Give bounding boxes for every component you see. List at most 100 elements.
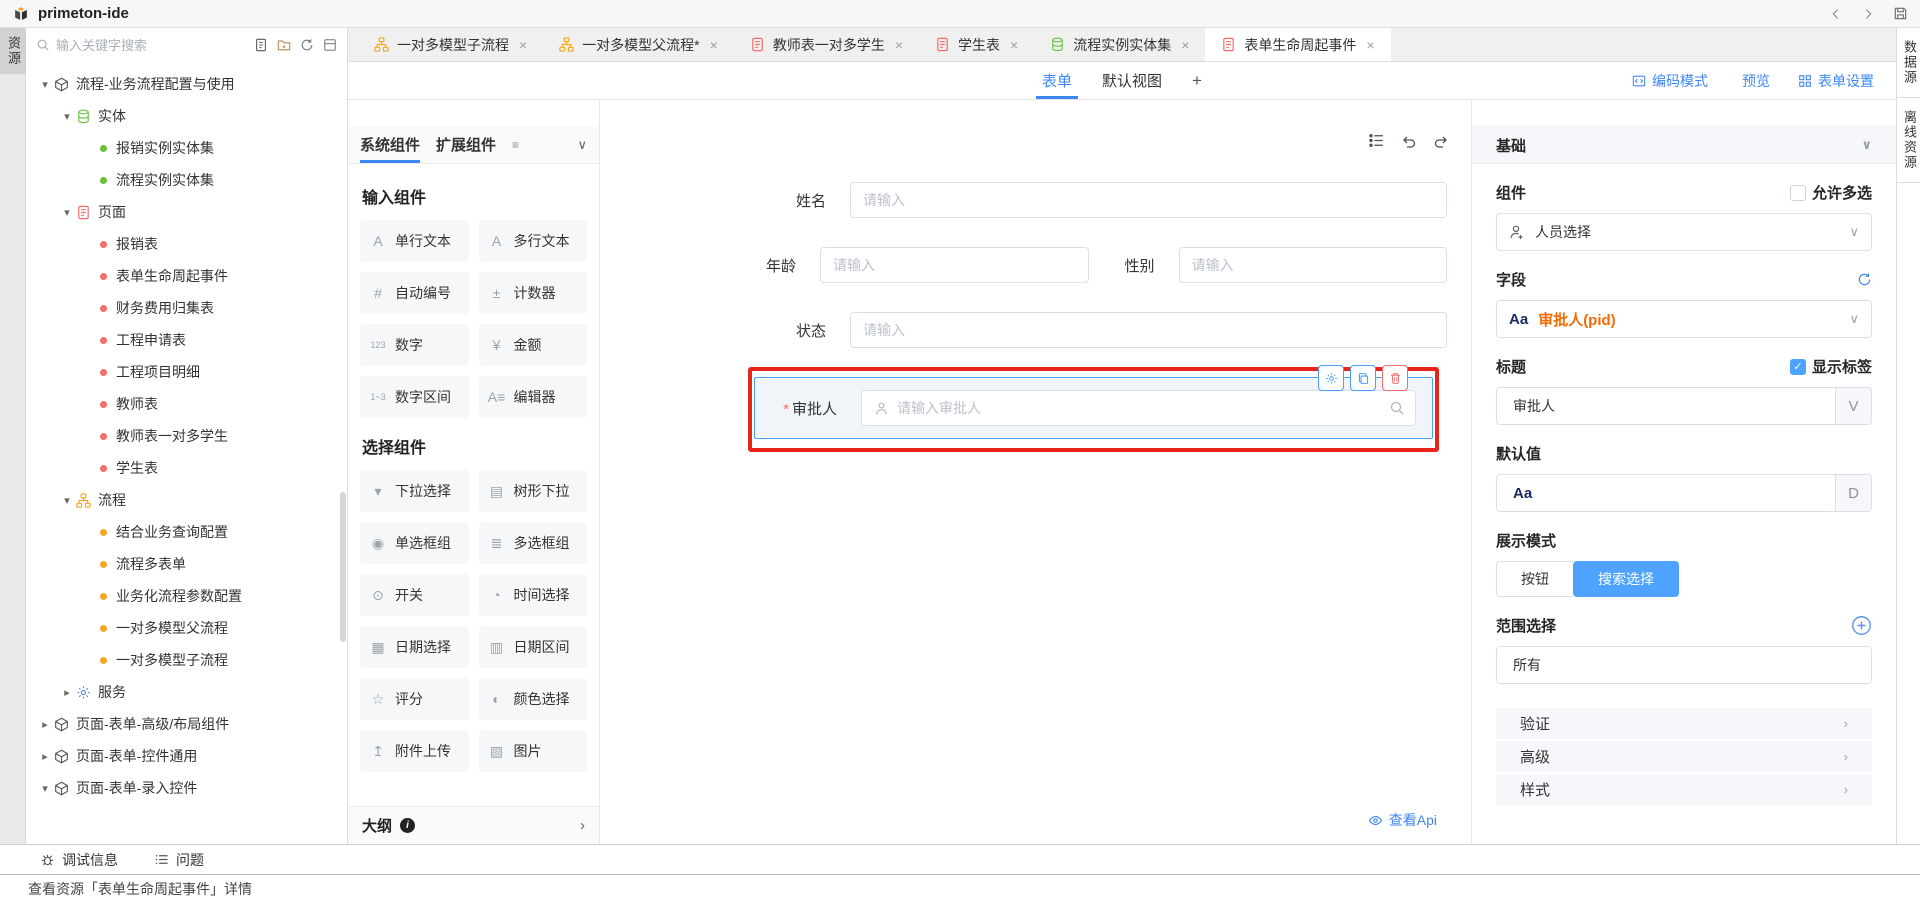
caret-right-icon[interactable]: ▸ [36,750,54,763]
tab-close-icon[interactable]: × [1366,37,1374,53]
inspector-section-basic[interactable]: 基础 ∨ [1472,126,1896,164]
palette-item[interactable]: A≡编辑器 [479,376,588,418]
palette-menu-icon[interactable]: ≡ [512,138,519,152]
tree-item[interactable]: 结合业务查询配置 [26,516,347,548]
caret-down-icon[interactable]: ▾ [36,782,54,795]
refresh-icon[interactable] [1857,272,1872,287]
settings-button[interactable] [1318,365,1344,391]
collapse-all-icon[interactable] [323,38,337,52]
palette-item[interactable]: ⊙开关 [360,574,469,616]
caret-down-icon[interactable]: ▾ [58,494,76,507]
delete-button[interactable] [1382,365,1408,391]
editor-tab[interactable]: 一对多模型父流程*× [543,28,734,61]
tree-item[interactable]: ▸页面-表单-控件通用 [26,740,347,772]
tab-close-icon[interactable]: × [1181,37,1189,53]
editor-tab[interactable]: 教师表一对多学生× [734,28,919,61]
palette-item[interactable]: ▾下拉选择 [360,470,469,512]
field-select[interactable]: Aa 审批人(pid) ∨ [1496,300,1872,338]
caret-right-icon[interactable]: ▸ [36,718,54,731]
add-view-button[interactable]: + [1192,71,1202,91]
selected-field-wrapper[interactable]: *审批人请输入审批人 [754,377,1433,439]
debug-info-button[interactable]: 调试信息 [40,850,118,870]
inspector-section-collapsed[interactable]: 高级› [1496,741,1872,774]
field-input[interactable] [820,247,1089,283]
field-input[interactable] [850,182,1447,218]
save-icon[interactable] [1893,6,1908,21]
tree-item[interactable]: 教师表一对多学生 [26,420,347,452]
tree-item[interactable]: 学生表 [26,452,347,484]
palette-item[interactable]: 1~3数字区间 [360,376,469,418]
inspector-section-collapsed[interactable]: 样式› [1496,774,1872,807]
palette-item[interactable]: ▤树形下拉 [479,470,588,512]
tree-item[interactable]: ▸页面-表单-高级/布局组件 [26,708,347,740]
tree-item[interactable]: 流程实例实体集 [26,164,347,196]
tree-item[interactable]: ▾页面 [26,196,347,228]
palette-item[interactable]: A多行文本 [479,220,588,262]
palette-item[interactable]: ≣多选框组 [479,522,588,564]
tab-close-icon[interactable]: × [710,37,718,53]
view-api-link[interactable]: 查看Api [1368,810,1437,830]
copy-button[interactable] [1350,365,1376,391]
caret-right-icon[interactable]: ▸ [58,686,76,699]
palette-item[interactable]: A单行文本 [360,220,469,262]
palette-item[interactable]: ↥附件上传 [360,730,469,772]
view-tab-inactive[interactable]: 默认视图 [1102,62,1162,99]
tree-scrollbar[interactable] [340,492,346,642]
locate-file-icon[interactable] [254,38,268,52]
caret-down-icon[interactable]: ▾ [58,110,76,123]
inspector-section-collapsed[interactable]: 验证› [1496,708,1872,741]
new-folder-icon[interactable] [277,38,291,52]
refresh-icon[interactable] [300,38,314,52]
caret-down-icon[interactable]: ▾ [58,206,76,219]
tree-item[interactable]: 流程多表单 [26,548,347,580]
palette-item[interactable]: ▥日期区间 [479,626,588,668]
palette-item[interactable]: 123数字 [360,324,469,366]
caret-down-icon[interactable]: ▾ [36,78,54,91]
action-preview[interactable]: 预览 [1736,71,1770,91]
action-code-mode[interactable]: 编码模式 [1632,71,1708,91]
view-tab-active[interactable]: 表单 [1042,62,1072,99]
undo-icon[interactable] [1401,132,1417,149]
dynamic-button[interactable]: D [1835,475,1871,511]
field-input[interactable] [1179,247,1448,283]
palette-tab[interactable]: 系统组件 [360,126,420,163]
tree-item[interactable]: ▾实体 [26,100,347,132]
rail-item-offline-resources[interactable]: 离线资源 [1897,98,1920,183]
tree-item[interactable]: 报销实例实体集 [26,132,347,164]
palette-item[interactable]: #自动编号 [360,272,469,314]
tree-item[interactable]: ▾页面-表单-录入控件 [26,772,347,804]
palette-item[interactable]: ◉单选框组 [360,522,469,564]
palette-item[interactable]: ▦日期选择 [360,626,469,668]
person-picker-input[interactable]: 请输入审批人 [861,390,1416,426]
tree-item[interactable]: 一对多模型父流程 [26,612,347,644]
search-input[interactable] [56,38,248,53]
palette-item[interactable]: ¥金额 [479,324,588,366]
tree-item[interactable]: 工程项目明细 [26,356,347,388]
variable-button[interactable]: V [1835,388,1871,424]
title-input[interactable] [1497,388,1835,424]
palette-item[interactable]: ◐颜色选择 [479,678,588,720]
rail-item-resources[interactable]: 资源 [0,28,27,74]
tree-item[interactable]: ▾流程-业务流程配置与使用 [26,68,347,100]
palette-item[interactable]: ▧图片 [479,730,588,772]
tree-item[interactable]: 财务费用归集表 [26,292,347,324]
outline-toggle[interactable]: 大纲 i › [348,806,599,844]
editor-tab[interactable]: 流程实例实体集× [1034,28,1205,61]
palette-item[interactable]: ◔时间选择 [479,574,588,616]
display-mode-option[interactable]: 搜索选择 [1573,561,1679,597]
editor-tab[interactable]: 学生表× [919,28,1034,61]
tree-item[interactable]: 一对多模型子流程 [26,644,347,676]
rail-item-datasource[interactable]: 数据源 [1897,28,1920,98]
tree-item[interactable]: ▾流程 [26,484,347,516]
palette-item[interactable]: ☆评分 [360,678,469,720]
editor-tab[interactable]: 一对多模型子流程× [358,28,543,61]
tab-close-icon[interactable]: × [1010,37,1018,53]
redo-icon[interactable] [1433,132,1449,149]
allow-multiselect-checkbox[interactable]: 允许多选 [1790,182,1872,203]
problems-button[interactable]: 问题 [154,850,204,870]
action-form-settings[interactable]: 表单设置 [1798,71,1874,91]
nav-forward-icon[interactable] [1861,7,1875,21]
show-label-checkbox[interactable]: ✓ 显示标签 [1790,356,1872,377]
field-input[interactable] [850,312,1447,348]
tree-item[interactable]: 工程申请表 [26,324,347,356]
